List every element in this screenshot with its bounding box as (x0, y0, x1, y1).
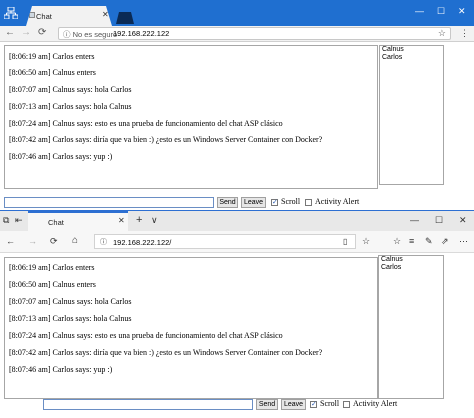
tab-dropdown-icon[interactable]: ∨ (151, 215, 158, 226)
chat-message: [8:07:42 am] Carlos says: diría que va b… (9, 348, 323, 357)
activity-alert-checkbox[interactable] (305, 199, 312, 206)
new-tab-icon[interactable]: + (136, 214, 142, 226)
user-list-item[interactable]: Carlos (380, 54, 443, 62)
send-button[interactable]: Send (256, 399, 278, 410)
favorites-hub-icon[interactable]: ☆ (393, 236, 401, 247)
edge-titlebar: ⧉ ⇤ Chat ✕ + ∨ — ☐ ✕ (0, 211, 474, 231)
chrome-toolbar: ← → ⟳ ⓘ No es seguro 192.168.222.122 ☆ ⋮ (0, 26, 474, 42)
home-icon[interactable]: ⌂ (72, 235, 78, 246)
user-list-item[interactable]: Calnus (379, 256, 443, 264)
page-icon (29, 12, 35, 18)
close-icon[interactable]: ✕ (458, 6, 466, 17)
edge-tab-chat[interactable]: Chat ✕ (28, 211, 128, 231)
web-note-icon[interactable]: ✎ (425, 236, 433, 247)
chat-message: [8:07:24 am] Calnus says: esto es una pr… (9, 331, 283, 340)
forward-icon[interactable]: → (21, 27, 31, 38)
edge-tab-title: Chat (48, 218, 64, 227)
bookmark-star-icon[interactable]: ☆ (438, 28, 446, 39)
scroll-checkbox[interactable] (310, 400, 317, 408)
chat-message: [8:07:13 am] Carlos says: hola Calnus (9, 102, 132, 111)
security-indicator[interactable]: ⓘ No es seguro (63, 29, 117, 40)
user-list-item[interactable]: Carlos (379, 264, 443, 272)
chat-message: [8:07:46 am] Carlos says: yup :) (9, 152, 113, 161)
chrome-window: Chat ✕ — ☐ ✕ ← → ⟳ ⓘ No es seguro 192.16… (0, 0, 474, 210)
chrome-tab-title: Chat (36, 12, 52, 21)
chrome-tab-chat[interactable]: Chat ✕ (26, 6, 112, 26)
new-tab-button[interactable] (116, 12, 134, 24)
scroll-checkbox[interactable] (271, 198, 278, 206)
chat-message: [8:06:19 am] Carlos enters (9, 263, 95, 272)
user-list[interactable]: Calnus Carlos (379, 45, 444, 185)
chat-message: [8:07:46 am] Carlos says: yup :) (9, 365, 113, 374)
edge-toolbar: ← → ⟳ ⌂ ⓘ 192.168.222.122/ ▯ ☆ ☆ ≡ ✎ ⇗ ⋯ (0, 231, 474, 253)
user-list-item[interactable]: Calnus (380, 46, 443, 54)
chat-message: [8:07:07 am] Calnus says: hola Carlos (9, 297, 132, 306)
more-icon[interactable]: ⋯ (459, 236, 468, 247)
menu-icon[interactable]: ⋮ (460, 28, 469, 39)
close-icon[interactable]: ✕ (459, 215, 467, 226)
minimize-icon[interactable]: — (410, 215, 419, 225)
maximize-icon[interactable]: ☐ (437, 6, 445, 17)
activity-alert-checkbox[interactable] (343, 401, 350, 408)
chat-message: [8:06:19 am] Carlos enters (9, 52, 95, 61)
reading-list-icon[interactable]: ≡ (409, 236, 414, 246)
tab-back-icon[interactable]: ⇤ (15, 215, 23, 226)
favorite-star-icon[interactable]: ☆ (362, 236, 370, 247)
reload-icon[interactable]: ⟳ (50, 236, 58, 247)
scroll-label: Scroll (320, 399, 340, 408)
chat-message: [8:06:50 am] Calnus enters (9, 68, 96, 77)
message-input[interactable] (43, 399, 253, 410)
activity-alert-label: Activity Alert (315, 197, 360, 206)
address-bar[interactable]: ⓘ No es seguro 192.168.222.122 ☆ (58, 27, 451, 40)
tab-manager-icon[interactable]: ⧉ (3, 215, 9, 226)
back-icon[interactable]: ← (6, 236, 15, 246)
minimize-icon[interactable]: — (415, 6, 424, 16)
leave-button[interactable]: Leave (241, 197, 266, 208)
reading-view-icon[interactable]: ▯ (343, 237, 347, 246)
chat-message: [8:07:24 am] Calnus says: esto es una pr… (9, 119, 283, 128)
leave-button[interactable]: Leave (281, 399, 306, 410)
maximize-icon[interactable]: ☐ (435, 215, 443, 226)
chat-log[interactable]: [8:06:19 am] Carlos enters [8:06:50 am] … (4, 257, 378, 399)
send-button[interactable]: Send (217, 197, 238, 208)
network-icon (4, 7, 18, 19)
chat-log[interactable]: [8:06:19 am] Carlos enters [8:06:50 am] … (4, 45, 378, 189)
message-input[interactable] (4, 197, 214, 208)
close-tab-icon[interactable]: ✕ (102, 10, 109, 19)
chrome-titlebar: Chat ✕ — ☐ ✕ (0, 0, 474, 26)
forward-icon[interactable]: → (28, 236, 37, 246)
chat-message: [8:07:13 am] Carlos says: hola Calnus (9, 314, 132, 323)
chat-message: [8:07:07 am] Calnus says: hola Carlos (9, 85, 132, 94)
info-icon[interactable]: ⓘ (100, 237, 107, 247)
close-tab-icon[interactable]: ✕ (118, 216, 125, 225)
user-list[interactable]: Calnus Carlos (378, 255, 444, 399)
url-text[interactable]: 192.168.222.122/ (113, 238, 171, 247)
chat-message: [8:07:42 am] Carlos says: diría que va b… (9, 135, 323, 144)
activity-alert-label: Activity Alert (353, 399, 398, 408)
scroll-label: Scroll (281, 197, 301, 206)
reload-icon[interactable]: ⟳ (38, 27, 46, 38)
url-text[interactable]: 192.168.222.122 (113, 29, 169, 38)
share-icon[interactable]: ⇗ (441, 236, 449, 247)
chat-message: [8:06:50 am] Calnus enters (9, 280, 96, 289)
edge-window: ⧉ ⇤ Chat ✕ + ∨ — ☐ ✕ ← → ⟳ ⌂ ⓘ 192.168.2… (0, 210, 474, 418)
address-bar[interactable]: ⓘ 192.168.222.122/ ▯ (94, 234, 356, 249)
back-icon[interactable]: ← (5, 27, 15, 38)
